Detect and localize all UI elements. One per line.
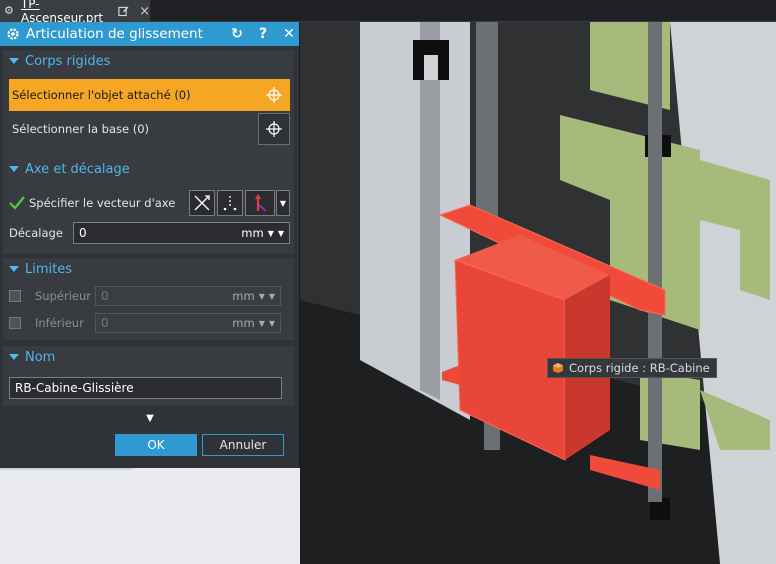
chevron-down-icon: ▼: [258, 318, 265, 328]
inferred-vector-icon: [255, 194, 267, 212]
collapse-icon: [9, 58, 19, 64]
upper-unit-select[interactable]: mm ▼ ▼: [232, 289, 275, 303]
ok-button[interactable]: OK: [115, 434, 197, 456]
reverse-direction-icon: [223, 196, 237, 211]
tooltip-text: Corps rigide : RB-Cabine: [569, 361, 710, 375]
rigid-bodies-section: Corps rigides Sélectionner l'objet attac…: [3, 50, 294, 174]
axis-vector-label: Spécifier le vecteur d'axe: [29, 196, 176, 210]
axis-offset-header[interactable]: Axe et décalage: [3, 158, 294, 180]
lower-unit-select[interactable]: mm ▼ ▼: [232, 316, 275, 330]
select-base-row[interactable]: Sélectionner la base (0): [9, 113, 290, 145]
axis-vector-row: Spécifier le vecteur d'axe ▼: [9, 190, 290, 216]
document-tab-strip: ⚙ TP-Ascenseur.prt ×: [0, 0, 776, 25]
joint-name-input[interactable]: RB-Cabine-Glissière: [9, 377, 282, 399]
vector-type-dropdown[interactable]: [245, 190, 275, 216]
axis-offset-section: Axe et décalage Spécifier le vecteur d'a…: [3, 158, 294, 254]
name-row: RB-Cabine-Glissière: [9, 377, 282, 399]
chevron-down-icon: ▼: [268, 291, 275, 301]
offset-label: Décalage: [9, 226, 63, 240]
offset-unit-select[interactable]: mm ▼ ▼: [241, 226, 284, 240]
dialog-title: Articulation de glissement: [26, 26, 203, 42]
collapse-icon: [9, 166, 19, 172]
rigid-body-icon: [553, 363, 563, 373]
more-options-toggle[interactable]: ▼: [0, 409, 300, 427]
upper-limit-label: Supérieur: [35, 289, 91, 303]
help-icon[interactable]: ?: [253, 26, 273, 42]
close-tab-icon[interactable]: ×: [139, 4, 150, 19]
name-header[interactable]: Nom: [3, 346, 294, 368]
collapse-icon: [9, 354, 19, 360]
offset-input[interactable]: 0 mm ▼ ▼: [73, 222, 290, 244]
slider-joint-dialog: Articulation de glissement ↻ ? ✕ Corps r…: [0, 22, 300, 468]
upper-limit-checkbox[interactable]: [9, 290, 21, 302]
limits-header[interactable]: Limites: [3, 258, 294, 280]
upper-limit-row: Supérieur 0 mm ▼ ▼: [9, 286, 290, 306]
name-section: Nom RB-Cabine-Glissière: [3, 346, 294, 406]
lower-limit-checkbox[interactable]: [9, 317, 21, 329]
select-attached-label[interactable]: Sélectionner l'objet attaché (0): [9, 79, 258, 111]
chevron-down-icon: ▼: [267, 228, 274, 238]
rigid-bodies-header[interactable]: Corps rigides: [3, 50, 294, 72]
select-attached-button[interactable]: [258, 79, 290, 111]
crosshair-icon: [266, 121, 282, 137]
reverse-direction-button[interactable]: [217, 190, 243, 216]
lower-limit-input[interactable]: 0 mm ▼ ▼: [95, 313, 281, 333]
vector-dialog-button[interactable]: [189, 190, 215, 216]
edit-icon[interactable]: [118, 5, 129, 17]
reset-icon[interactable]: ↻: [227, 26, 247, 42]
close-icon[interactable]: ✕: [279, 26, 299, 42]
document-tab[interactable]: ⚙ TP-Ascenseur.prt ×: [0, 0, 150, 25]
rigid-body-tooltip: Corps rigide : RB-Cabine: [547, 358, 717, 378]
chevron-down-icon: ▼: [258, 291, 265, 301]
chevron-down-icon: ▼: [146, 412, 154, 424]
gear-icon: [7, 28, 19, 40]
upper-limit-input[interactable]: 0 mm ▼ ▼: [95, 286, 281, 306]
select-base-label[interactable]: Sélectionner la base (0): [9, 113, 258, 145]
offset-row: Décalage 0 mm ▼ ▼: [9, 222, 290, 244]
cancel-button[interactable]: Annuler: [202, 434, 284, 456]
chevron-down-icon: ▼: [268, 318, 275, 328]
crosshair-icon: [266, 87, 282, 103]
collapse-icon: [9, 266, 19, 272]
select-attached-row[interactable]: Sélectionner l'objet attaché (0): [9, 79, 290, 111]
chevron-down-icon: ▼: [277, 228, 284, 238]
select-base-button[interactable]: [258, 113, 290, 145]
part-file-icon: ⚙: [4, 4, 14, 17]
limits-section: Limites Supérieur 0 mm ▼ ▼ Inférieur 0 mm ▼…: [3, 258, 294, 340]
vector-constructor-icon: [194, 195, 210, 211]
lower-limit-row: Inférieur 0 mm ▼ ▼: [9, 313, 290, 333]
dialog-title-bar[interactable]: Articulation de glissement ↻ ? ✕: [0, 22, 299, 46]
lower-limit-label: Inférieur: [35, 316, 84, 330]
chevron-down-icon[interactable]: ▼: [276, 190, 290, 216]
check-icon: [9, 196, 25, 210]
